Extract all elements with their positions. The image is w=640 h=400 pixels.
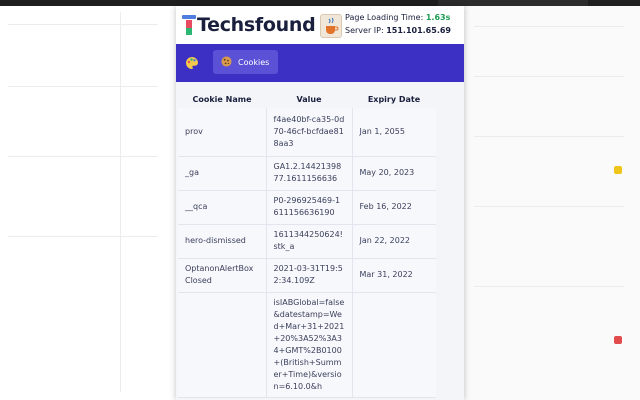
cookie-name-cell: hero-dismissed [178, 224, 267, 259]
load-time-value: 1.63s [425, 13, 451, 22]
background-line [474, 76, 624, 77]
cookie-expiry-cell: Jan 22, 2022 [352, 224, 436, 259]
server-ip: Server IP: 151.101.65.69 [345, 26, 451, 35]
background-line [474, 26, 624, 27]
cookie-expiry-cell [352, 292, 436, 398]
popup-nav: Cookies [176, 44, 464, 82]
table-header-row: Cookie Name Value Expiry Date [178, 90, 436, 108]
cookies-table-container: Cookie Name Value Expiry Date prov f4ae4… [176, 90, 464, 398]
server-ip-value: 151.101.65.69 [386, 26, 451, 35]
cookie-expiry-cell: Feb 16, 2022 [352, 190, 436, 225]
background-line [474, 136, 624, 137]
background-line [474, 286, 624, 287]
cookies-table: Cookie Name Value Expiry Date prov f4ae4… [178, 90, 436, 398]
java-cup-icon [320, 14, 342, 38]
background-line [474, 206, 624, 207]
load-time-label: Page Loading Time: [345, 13, 426, 22]
table-row: OptanonAlertBoxClosed 2021-03-31T19:52:3… [178, 258, 436, 293]
table-row: prov f4ae40bf-ca35-0d70-46cf-bcfdae818aa… [178, 108, 436, 157]
background-line [8, 86, 158, 87]
table-row: __qca P0-296925469-1611156636190 Feb 16,… [178, 190, 436, 225]
cookie-expiry-cell: Mar 31, 2022 [352, 258, 436, 293]
techsfound-logo[interactable]: Techsfound [182, 12, 316, 38]
tab-cookies-label: Cookies [238, 57, 270, 67]
background-dot [614, 166, 622, 174]
cookie-name-cell: OptanonAlertBoxClosed [178, 258, 267, 293]
table-row: isIABGlobal=false&datestamp=Wed+Mar+31+2… [178, 292, 436, 398]
server-ip-label: Server IP: [345, 26, 387, 35]
tab-cookies[interactable]: Cookies [213, 50, 279, 74]
cookie-name-cell: __qca [178, 190, 267, 225]
popup-header: Techsfound Page Loading Time: 1.63s Serv… [176, 6, 464, 44]
table-row: _ga GA1.2.1442139877.1611156636 May 20, … [178, 156, 436, 191]
cookie-name-cell [178, 292, 267, 398]
background-line [8, 236, 158, 237]
cookie-expiry-cell: May 20, 2023 [352, 156, 436, 191]
column-header-value: Value [296, 94, 322, 104]
logo-text: Techsfound [197, 14, 316, 36]
cookie-expiry-cell: Jan 1, 2055 [352, 108, 436, 157]
cookie-value-cell: GA1.2.1442139877.1611156636 [266, 156, 353, 191]
cookie-value-cell: f4ae40bf-ca35-0d70-46cf-bcfdae818aa3 [266, 108, 353, 157]
column-header-name: Cookie Name [192, 94, 252, 104]
background-line [8, 156, 158, 157]
background-page-left [0, 6, 177, 400]
column-header-expiry: Expiry Date [367, 94, 421, 104]
background-page-right [464, 6, 640, 400]
cookie-value-cell: P0-296925469-1611156636190 [266, 190, 353, 225]
cookie-name-cell: prov [178, 108, 267, 157]
cookie-name-cell: _ga [178, 156, 267, 191]
cookie-value-cell: isIABGlobal=false&datestamp=Wed+Mar+31+2… [266, 292, 353, 398]
page-loading-time: Page Loading Time: 1.63s [345, 13, 450, 22]
cookie-value-cell: 2021-03-31T19:52:34.109Z [266, 258, 353, 293]
background-line [8, 24, 158, 25]
palette-icon[interactable] [184, 55, 200, 71]
table-row: hero-dismissed 1611344250624!stk_a Jan 2… [178, 224, 436, 259]
cookie-value-cell: 1611344250624!stk_a [266, 224, 353, 259]
background-line [120, 12, 121, 392]
background-dot [614, 336, 622, 344]
cookie-icon [221, 55, 232, 69]
logo-mark-icon [182, 14, 196, 36]
extension-popup: Techsfound Page Loading Time: 1.63s Serv… [176, 6, 464, 400]
